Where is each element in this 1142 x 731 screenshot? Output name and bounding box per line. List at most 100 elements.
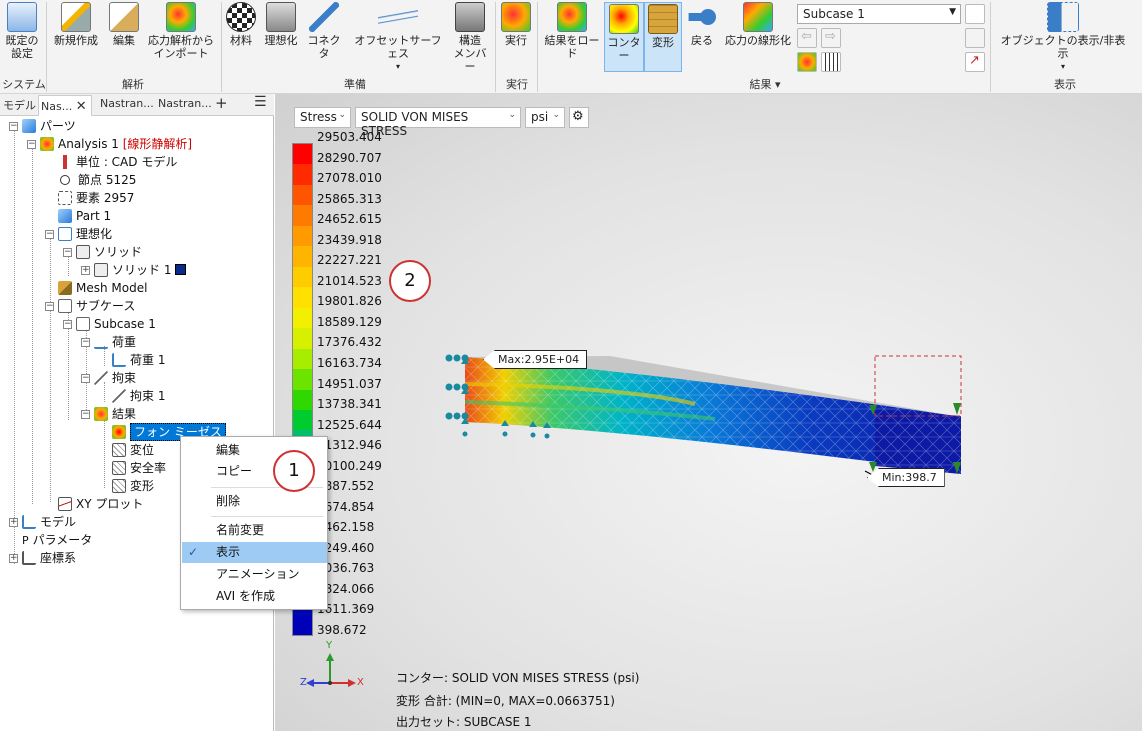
tab-model[interactable]: モデル	[3, 97, 36, 113]
collapse-icon[interactable]: −	[63, 320, 72, 329]
document-icon	[76, 317, 90, 331]
axis-triad	[306, 653, 356, 687]
tree-item-nodes[interactable]: 節点 5125	[58, 171, 136, 189]
idealize-button[interactable]: 理想化	[262, 2, 300, 47]
group-label-analysis: 解析	[122, 78, 144, 91]
import-stress-icon	[166, 2, 196, 32]
tree-item-model[interactable]: モデル	[22, 513, 76, 531]
expand-icon[interactable]: +	[81, 266, 90, 275]
tree-item-idealization[interactable]: 理想化	[58, 225, 112, 243]
tree-item-coordinate-system[interactable]: 座標系	[22, 549, 76, 567]
collapse-icon[interactable]: −	[45, 302, 54, 311]
tree-item-units[interactable]: 単位 : CAD モデル	[58, 153, 177, 171]
coordinate-system-icon	[22, 551, 36, 565]
structural-member-button[interactable]: 構造 メンバー	[450, 2, 490, 73]
tree-item-constraint1[interactable]: 拘束 1	[112, 387, 165, 405]
dropdown-arrow-icon: ▼	[949, 7, 956, 17]
tree-item-parts[interactable]: パーツ	[22, 117, 76, 135]
default-settings-button[interactable]: 既定の 設定	[2, 2, 42, 60]
callout-2: 2	[389, 260, 431, 302]
tree-item-mesh-model[interactable]: Mesh Model	[58, 279, 147, 297]
tab-nastran-active[interactable]: Nas... ✕	[38, 95, 92, 116]
collapse-icon[interactable]: −	[63, 248, 72, 257]
tree-item-elements[interactable]: 要素 2957	[58, 189, 134, 207]
results-icon	[94, 407, 108, 421]
result-settings-icon[interactable]	[797, 52, 817, 72]
axis-label-y: Y	[326, 640, 333, 651]
contour-icon	[112, 425, 126, 439]
tree-item-part1[interactable]: Part 1	[58, 207, 111, 225]
new-button[interactable]: 新規作成	[50, 2, 102, 47]
menu-item-animation[interactable]: アニメーション	[182, 564, 327, 585]
tree-item-load1[interactable]: 荷重 1	[112, 351, 165, 369]
axis-label-x: X	[357, 677, 364, 688]
tree-item-solid1[interactable]: ソリッド 1	[94, 261, 187, 279]
expand-icon[interactable]: +	[9, 518, 18, 527]
tree-item-solid[interactable]: ソリッド	[76, 243, 142, 261]
tree-item-xy-plot[interactable]: XY プロット	[58, 495, 143, 513]
tab-nastran-2[interactable]: Nastran...	[100, 97, 154, 110]
run-button[interactable]: 実行	[500, 2, 532, 47]
caption-contour: コンター: SOLID VON MISES STRESS (psi)	[396, 671, 640, 685]
constraint-icon	[112, 389, 126, 403]
collapse-icon[interactable]: −	[27, 140, 36, 149]
caption-deformation: 変形 合計: (MIN=0, MAX=0.0663751)	[396, 694, 615, 708]
subcase-options-icon[interactable]	[965, 4, 985, 24]
structural-member-icon	[455, 2, 485, 32]
edit-button[interactable]: 編集	[108, 2, 140, 47]
tree-item-results[interactable]: 結果	[94, 405, 136, 423]
collapse-icon[interactable]: −	[81, 338, 90, 347]
node-icon	[60, 175, 70, 185]
subcase-select[interactable]: Subcase 1 ▼	[797, 4, 961, 24]
part-icon	[22, 119, 36, 133]
offset-surface-icon	[378, 2, 418, 32]
new-analysis-icon	[61, 2, 91, 32]
mesh-icon	[112, 461, 126, 475]
show-hide-icon	[1047, 2, 1079, 32]
show-hide-button[interactable]: オブジェクトの表示/非表示 ▾	[996, 2, 1130, 73]
document-icon	[58, 299, 72, 313]
tab-nastran-3[interactable]: Nastran...	[158, 97, 212, 110]
next-icon[interactable]: ⇨	[821, 28, 841, 48]
add-tab-icon[interactable]: +	[215, 94, 228, 112]
menu-item-delete[interactable]: 削除	[182, 491, 327, 512]
deform-button[interactable]: 変形	[644, 2, 682, 72]
probe-icon[interactable]	[965, 28, 985, 48]
load-results-button[interactable]: 結果をロード	[541, 2, 603, 60]
collapse-icon[interactable]: −	[45, 230, 54, 239]
tree-item-subcases[interactable]: サブケース	[58, 297, 135, 315]
contour-button[interactable]: コンター	[604, 2, 644, 72]
connector-icon	[309, 2, 339, 32]
previous-icon[interactable]: ⇦	[797, 28, 817, 48]
collapse-icon[interactable]: −	[9, 122, 18, 131]
expand-icon[interactable]: +	[9, 554, 18, 563]
parameter-icon: P	[22, 534, 29, 547]
menu-item-create-avi[interactable]: AVI を作成	[182, 586, 327, 607]
tree-item-displacement[interactable]: 変位	[112, 441, 154, 459]
collapse-icon[interactable]: −	[81, 410, 90, 419]
menu-item-show[interactable]: ✓ 表示	[182, 542, 327, 563]
check-icon: ✓	[188, 545, 199, 559]
menu-icon[interactable]: ☰	[254, 94, 267, 110]
tree-item-safety-factor[interactable]: 安全率	[112, 459, 166, 477]
tree-item-subcase1[interactable]: Subcase 1	[76, 315, 156, 333]
min-label: Min:398.7	[867, 468, 945, 487]
tree-item-deformation[interactable]: 変形	[112, 477, 154, 495]
connector-button[interactable]: コネクタ	[304, 2, 344, 60]
linearize-button[interactable]: 応力の線形化	[722, 2, 794, 47]
import-button[interactable]: 応力解析から インポート	[146, 2, 216, 60]
menu-item-rename[interactable]: 名前変更	[182, 520, 327, 541]
tree-item-constraints[interactable]: 拘束	[94, 369, 136, 387]
material-button[interactable]: 材料	[226, 2, 256, 47]
back-button[interactable]: 戻る	[686, 2, 718, 47]
tree-item-loads[interactable]: 荷重	[94, 333, 136, 351]
tree-item-analysis[interactable]: Analysis 1 [線形静解析]	[40, 135, 192, 153]
solid-icon	[94, 263, 108, 277]
graphics-viewport[interactable]: Stress ⌄ SOLID VON MISES STRESS ⌄ psi ⌄ ⚙ 2…	[275, 94, 1142, 731]
animation-icon[interactable]	[821, 52, 841, 72]
xy-plot-icon[interactable]: ↗	[965, 52, 985, 72]
offset-surface-button[interactable]: オフセットサーフェス ▾	[352, 2, 444, 73]
load-icon	[112, 353, 126, 367]
collapse-icon[interactable]: −	[81, 374, 90, 383]
tree-item-parameters[interactable]: P パラメータ	[22, 531, 92, 549]
